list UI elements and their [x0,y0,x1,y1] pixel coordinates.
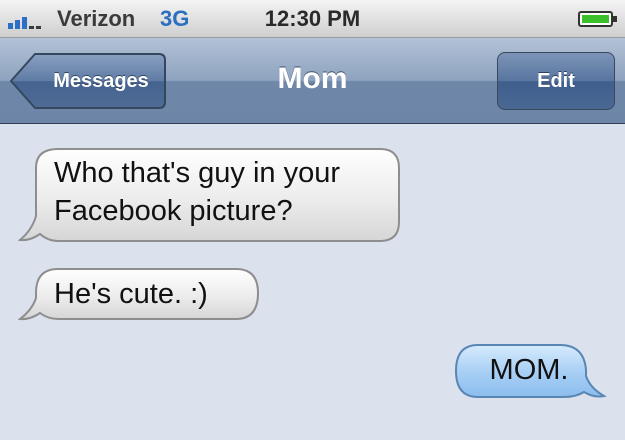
edit-button[interactable]: Edit [497,52,615,110]
message-text: He's cute. :) [54,278,208,310]
incoming-message-bubble[interactable]: Who that's guy in your Facebook picture? [18,146,402,246]
status-time: 12:30 PM [264,6,361,31]
message-text: MOM. [489,354,569,386]
battery-icon [578,11,617,27]
incoming-message-bubble[interactable]: He's cute. :) [18,266,262,324]
message-thread: Who that's guy in your Facebook picture?… [0,124,625,440]
navigation-bar: Messages Mom Edit [0,38,625,124]
message-text: Who that's guy in your Facebook picture? [54,157,341,227]
status-bar: Verizon 3G 12:30 PM [0,0,625,38]
outgoing-message-bubble[interactable]: MOM. [452,342,608,402]
